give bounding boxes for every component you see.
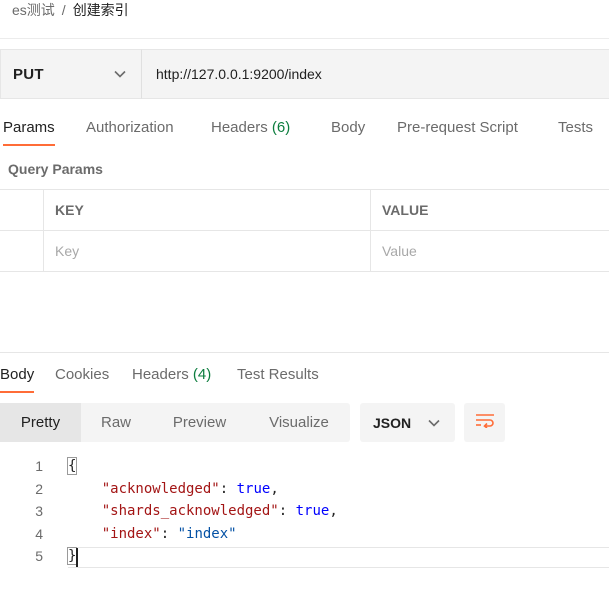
tab-pre-request-script[interactable]: Pre-request Script xyxy=(397,113,518,146)
response-body-editor[interactable]: 1 { 2 "acknowledged": true, 3 "shards_ac… xyxy=(0,455,609,568)
format-select[interactable]: JSON xyxy=(360,403,455,442)
code-text: "acknowledged": true, xyxy=(101,480,279,497)
line-number: 1 xyxy=(35,458,43,474)
query-params-table: KEY VALUE Key Value xyxy=(0,189,609,272)
json-key: "shards_acknowledged" xyxy=(101,503,279,519)
tab-cookies[interactable]: Cookies xyxy=(55,360,109,393)
method-label: PUT xyxy=(13,65,44,83)
tab-label: Authorization xyxy=(86,119,174,136)
tab-label: Test Results xyxy=(237,366,319,383)
tab-label: Body xyxy=(0,366,35,383)
view-raw[interactable]: Raw xyxy=(81,403,151,442)
code-text: "shards_acknowledged": true, xyxy=(101,503,338,519)
format-label: JSON xyxy=(373,414,412,431)
line-number: 3 xyxy=(35,503,43,519)
wrap-lines-button[interactable] xyxy=(464,403,505,442)
request-tabs: Params Authorization Headers (6) Body Pr… xyxy=(0,113,609,146)
breadcrumb-collection[interactable]: es测试 xyxy=(12,0,55,20)
view-preview[interactable]: Preview xyxy=(151,403,248,442)
json-value: true xyxy=(236,480,271,497)
tab-label: Body xyxy=(331,119,366,136)
chevron-down-icon xyxy=(427,416,441,430)
view-visualize[interactable]: Visualize xyxy=(248,403,350,442)
json-value: "index" xyxy=(177,525,237,542)
text-cursor xyxy=(76,548,78,567)
query-params-title: Query Params xyxy=(8,161,103,177)
column-header-value: VALUE xyxy=(382,202,429,218)
method-select[interactable]: PUT xyxy=(0,49,142,99)
line-number: 5 xyxy=(35,548,43,564)
tab-params[interactable]: Params xyxy=(3,113,55,146)
table-row: Key Value xyxy=(0,231,609,272)
tab-label: Pre-request Script xyxy=(397,119,518,136)
param-value-input[interactable]: Value xyxy=(382,231,602,272)
breadcrumb: es测试 / 创建索引 xyxy=(12,0,129,20)
code-line: 2 "acknowledged": true, xyxy=(0,478,609,501)
column-divider xyxy=(370,231,371,272)
tab-test-results[interactable]: Test Results xyxy=(237,360,319,393)
code-line: 1 { xyxy=(0,455,609,478)
tab-tests[interactable]: Tests xyxy=(558,113,593,146)
url-bar: PUT http://127.0.0.1:9200/index xyxy=(0,49,609,99)
param-key-input[interactable]: Key xyxy=(55,231,365,272)
json-value: true xyxy=(295,503,330,519)
tab-label: Headers xyxy=(132,366,189,383)
code-line: 4 "index": "index" xyxy=(0,523,609,546)
response-tabs: Body Cookies Headers (4) Test Results xyxy=(0,360,609,393)
breadcrumb-separator: / xyxy=(61,2,66,18)
code-text: { xyxy=(66,455,78,478)
table-header-row: KEY VALUE xyxy=(0,190,609,231)
tab-count: (6) xyxy=(271,119,291,136)
json-key: "index" xyxy=(101,525,161,542)
divider xyxy=(0,352,609,353)
tab-count: (4) xyxy=(192,366,212,383)
tab-authorization[interactable]: Authorization xyxy=(86,113,174,146)
tab-response-headers[interactable]: Headers (4) xyxy=(132,360,211,393)
bracket-open: { xyxy=(66,457,78,475)
response-view-bar: Pretty Raw Preview Visualize JSON xyxy=(0,403,505,442)
column-divider xyxy=(370,190,371,231)
tab-label: Headers xyxy=(211,119,268,136)
column-divider xyxy=(43,231,44,272)
line-number: 4 xyxy=(35,525,43,542)
code-text: "index": "index" xyxy=(101,525,237,542)
view-mode-selector: Pretty Raw Preview Visualize xyxy=(0,403,350,442)
view-pretty[interactable]: Pretty xyxy=(0,403,81,442)
divider xyxy=(0,38,609,39)
column-divider xyxy=(43,190,44,231)
tab-body[interactable]: Body xyxy=(331,113,365,146)
url-input[interactable]: http://127.0.0.1:9200/index xyxy=(142,49,609,99)
wrap-lines-icon xyxy=(475,412,495,433)
line-number: 2 xyxy=(35,480,43,497)
request-name[interactable]: 创建索引 xyxy=(73,0,129,20)
code-line: 3 "shards_acknowledged": true, xyxy=(0,500,609,523)
json-key: "acknowledged" xyxy=(101,480,220,497)
tab-label: Tests xyxy=(558,119,594,136)
tab-label: Cookies xyxy=(55,366,110,383)
tab-label: Params xyxy=(3,119,55,136)
code-line: 5 } xyxy=(0,545,609,568)
tab-headers[interactable]: Headers (6) xyxy=(211,113,290,146)
column-header-key: KEY xyxy=(55,202,84,218)
tab-response-body[interactable]: Body xyxy=(0,360,35,393)
chevron-down-icon xyxy=(113,67,127,81)
